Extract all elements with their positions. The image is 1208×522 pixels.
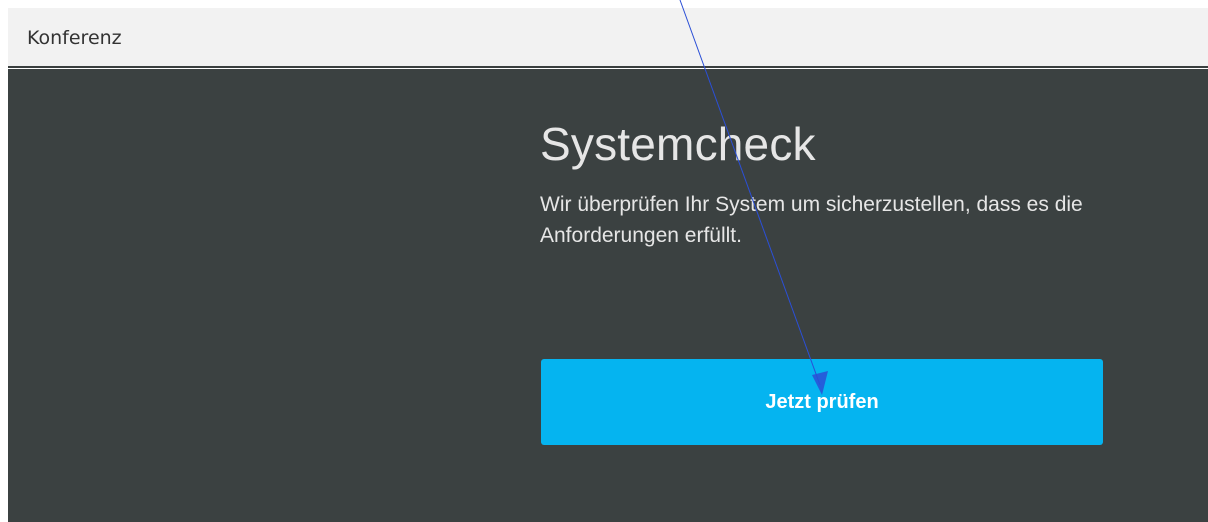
app-window: Konferenz Systemcheck Wir überprüfen Ihr… bbox=[8, 8, 1208, 522]
top-bar: Konferenz bbox=[8, 8, 1208, 68]
app-title: Konferenz bbox=[27, 27, 122, 49]
check-now-button[interactable]: Jetzt prüfen bbox=[541, 359, 1103, 445]
system-check-content: Systemcheck Wir überprüfen Ihr System um… bbox=[540, 117, 1140, 251]
page-description: Wir überprüfen Ihr System um sicherzuste… bbox=[540, 193, 1083, 247]
page-title: Systemcheck bbox=[540, 118, 816, 170]
